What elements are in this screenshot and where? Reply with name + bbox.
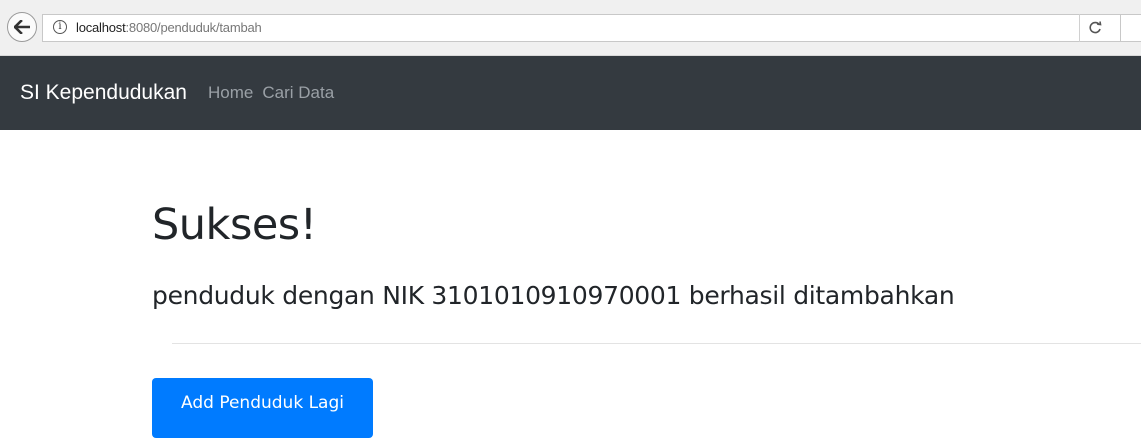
add-penduduk-button[interactable]: Add Penduduk Lagi	[152, 378, 373, 438]
nav-link-home[interactable]: Home	[208, 83, 253, 103]
address-bar[interactable]: i localhost:8080/penduduk/tambah	[42, 14, 1132, 42]
browser-toolbar: i localhost:8080/penduduk/tambah	[0, 0, 1141, 56]
divider	[172, 343, 1141, 344]
toolbar-button[interactable]	[1120, 14, 1141, 42]
back-button[interactable]	[7, 12, 37, 42]
page-title: Sukses!	[152, 200, 317, 250]
success-message: penduduk dengan NIK 3101010910970001 ber…	[152, 281, 955, 310]
navbar: SI Kependudukan Home Cari Data	[0, 56, 1141, 130]
navbar-brand[interactable]: SI Kependudukan	[20, 81, 187, 105]
info-icon[interactable]: i	[53, 20, 67, 34]
url-text[interactable]: localhost:8080/penduduk/tambah	[76, 20, 262, 35]
back-arrow-icon	[14, 20, 30, 34]
reload-button[interactable]	[1079, 14, 1109, 42]
nav-link-cari-data[interactable]: Cari Data	[262, 83, 334, 103]
reload-icon	[1088, 21, 1101, 34]
